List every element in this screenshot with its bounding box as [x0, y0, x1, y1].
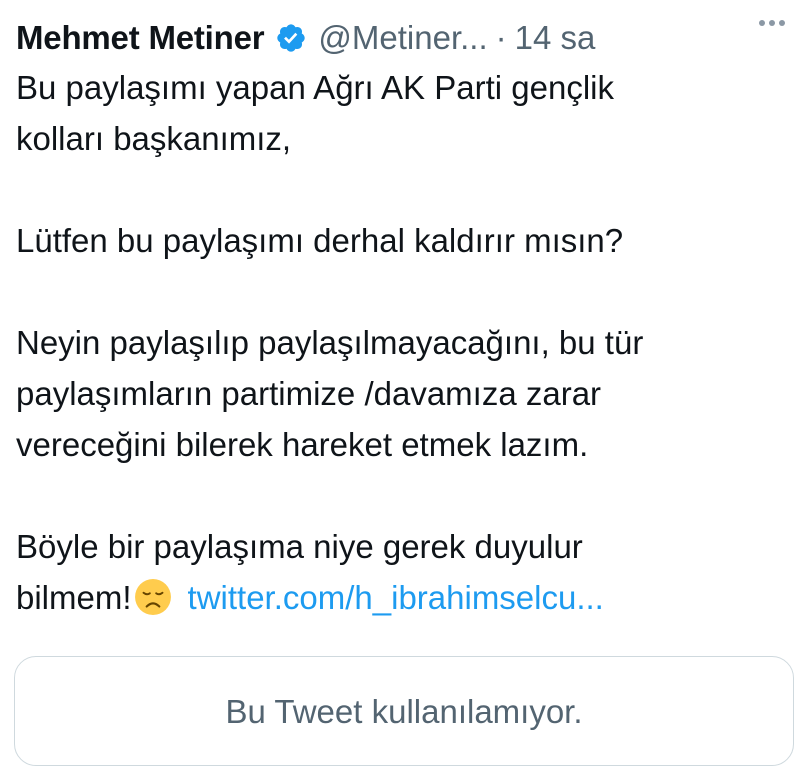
link-url[interactable]: twitter.com/h_ibrahimselcu...: [188, 579, 604, 616]
text-line: Bu paylaşımı yapan Ağrı AK Parti gençlik: [16, 69, 614, 106]
text-line: kolları başkanımız,: [16, 120, 292, 157]
separator-dot: ·: [495, 19, 507, 56]
text-line-with-link: bilmem! twitter.com/h_ibrahimselcu...: [16, 572, 786, 623]
tweet-header: Mehmet Metiner @Metiner... · 14 sa: [16, 14, 786, 62]
quoted-tweet-unavailable-card: Bu Tweet kullanılamıyor.: [14, 656, 794, 766]
tweet[interactable]: Mehmet Metiner @Metiner... · 14 sa Bu pa…: [0, 0, 800, 766]
text-line: Neyin paylaşılıp paylaşılmayacağını, bu …: [16, 324, 644, 361]
text-segment: bilmem!: [16, 579, 132, 616]
author-name[interactable]: Mehmet Metiner: [16, 19, 265, 57]
tweet-time[interactable]: 14 sa: [515, 19, 596, 57]
text-line: Böyle bir paylaşıma niye gerek duyulur: [16, 528, 583, 565]
text-line: Lütfen bu paylaşımı derhal kaldırır mısı…: [16, 222, 624, 259]
tweet-text: Bu paylaşımı yapan Ağrı AK Parti gençlik…: [16, 62, 786, 623]
disappointed-face-emoji-icon: [134, 578, 172, 616]
text-line: vereceğini bilerek hareket etmek lazım.: [16, 426, 589, 463]
unavailable-message: Bu Tweet kullanılamıyor.: [225, 693, 583, 730]
author-handle[interactable]: @Metiner...: [318, 19, 487, 57]
text-line: paylaşımların partimize /davamıza zarar: [16, 375, 602, 412]
verified-badge-icon: [274, 21, 308, 55]
more-options-icon[interactable]: [752, 8, 792, 38]
